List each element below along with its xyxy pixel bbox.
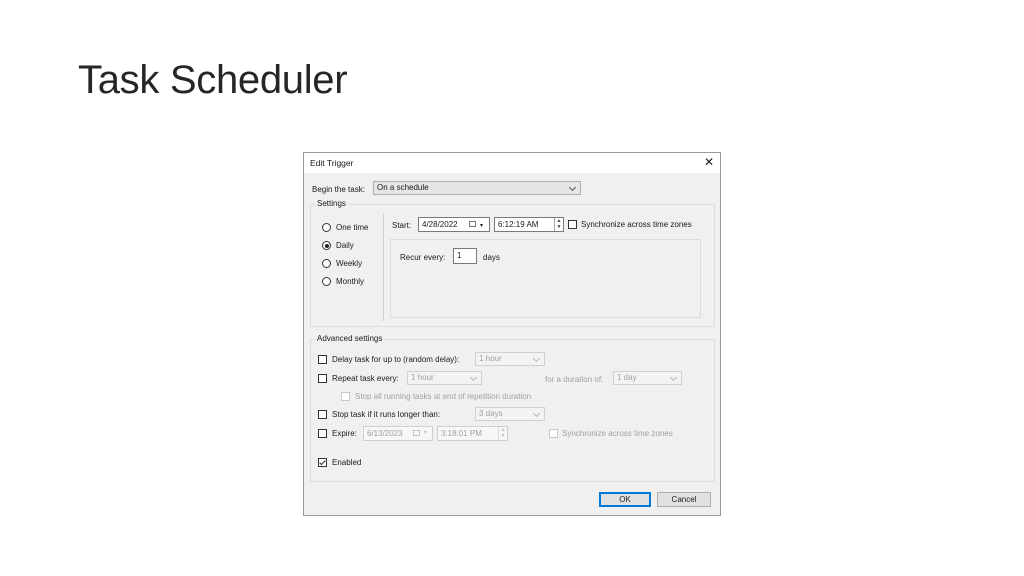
stop-longer-checkbox[interactable] (318, 410, 327, 419)
radio-weekly-label: Weekly (336, 259, 363, 268)
delay-checkbox[interactable] (318, 355, 327, 364)
repeat-dropdown[interactable]: 1 hour (407, 371, 482, 385)
expire-date-picker[interactable]: 6/13/2023 ▾ (363, 426, 433, 441)
cancel-button[interactable]: Cancel (657, 492, 711, 507)
expire-label: Expire: (332, 429, 357, 438)
start-time-value: 6:12:19 AM (498, 220, 539, 229)
advanced-settings-legend: Advanced settings (315, 334, 385, 343)
start-date-value: 4/28/2022 (422, 220, 458, 229)
radio-daily-label: Daily (336, 241, 354, 250)
start-date-picker[interactable]: 4/28/2022 ▾ (418, 217, 490, 232)
close-icon[interactable]: ✕ (704, 155, 714, 169)
duration-value: 1 day (617, 373, 637, 382)
recur-label: Recur every: (400, 253, 446, 262)
duration-dropdown[interactable]: 1 day (613, 371, 682, 385)
chevron-down-icon (532, 409, 541, 418)
radio-one-time[interactable] (322, 223, 331, 232)
start-time-field[interactable]: 6:12:19 AM ▲ ▼ (494, 217, 564, 232)
delay-dropdown[interactable]: 1 hour (475, 352, 545, 366)
repeat-value: 1 hour (411, 373, 434, 382)
chevron-down-icon: ▾ (424, 430, 428, 436)
expire-sync-label: Synchronize across time zones (562, 429, 673, 438)
expire-checkbox[interactable] (318, 429, 327, 438)
chevron-down-icon: ▾ (480, 223, 484, 229)
expire-time-field[interactable]: 3:18:01 PM ▲ ▼ (437, 426, 508, 441)
settings-legend: Settings (315, 199, 348, 208)
delay-value: 1 hour (479, 354, 502, 363)
begin-task-label: Begin the task: (312, 185, 365, 194)
enabled-label: Enabled (332, 458, 362, 467)
expire-time-value: 3:18:01 PM (441, 429, 482, 438)
sync-time-zones-checkbox[interactable] (568, 220, 577, 229)
chevron-down-icon (532, 354, 541, 363)
expire-sync-checkbox[interactable] (549, 429, 558, 438)
duration-label: for a duration of: (545, 375, 604, 384)
stop-longer-label: Stop task if it runs longer than: (332, 410, 441, 419)
delay-label: Delay task for up to (random delay): (332, 355, 460, 364)
recur-value: 1 (457, 251, 462, 260)
begin-task-value: On a schedule (377, 183, 429, 192)
ok-button[interactable]: OK (599, 492, 651, 507)
edit-trigger-dialog: Edit Trigger ✕ Begin the task: On a sche… (303, 152, 721, 516)
dialog-titlebar: Edit Trigger ✕ (304, 153, 720, 173)
stop-running-label: Stop all running tasks at end of repetit… (355, 392, 532, 401)
time-spinner[interactable]: ▲ ▼ (554, 218, 563, 231)
chevron-down-icon (669, 373, 678, 382)
calendar-icon (469, 221, 476, 227)
chevron-down-icon (469, 373, 478, 382)
radio-daily[interactable] (322, 241, 331, 250)
stop-longer-value: 3 days (479, 409, 503, 418)
calendar-icon (413, 430, 420, 436)
recur-unit: days (483, 253, 500, 262)
slide-title: Task Scheduler (78, 58, 348, 102)
chevron-down-icon (568, 183, 577, 192)
stop-longer-dropdown[interactable]: 3 days (475, 407, 545, 421)
enabled-checkbox[interactable] (318, 458, 327, 467)
begin-task-dropdown[interactable]: On a schedule (373, 181, 581, 195)
recur-input[interactable]: 1 (453, 248, 477, 264)
repeat-label: Repeat task every: (332, 374, 399, 383)
radio-monthly[interactable] (322, 277, 331, 286)
recur-panel (390, 239, 701, 318)
radio-weekly[interactable] (322, 259, 331, 268)
radio-monthly-label: Monthly (336, 277, 365, 286)
start-label: Start: (392, 221, 412, 230)
repeat-checkbox[interactable] (318, 374, 327, 383)
time-spinner[interactable]: ▲ ▼ (498, 427, 507, 440)
sync-time-zones-label: Synchronize across time zones (581, 220, 692, 229)
stop-running-checkbox[interactable] (341, 392, 350, 401)
settings-divider (383, 213, 384, 321)
expire-date-value: 6/13/2023 (367, 429, 403, 438)
dialog-title: Edit Trigger (310, 158, 354, 168)
radio-one-time-label: One time (336, 223, 369, 232)
